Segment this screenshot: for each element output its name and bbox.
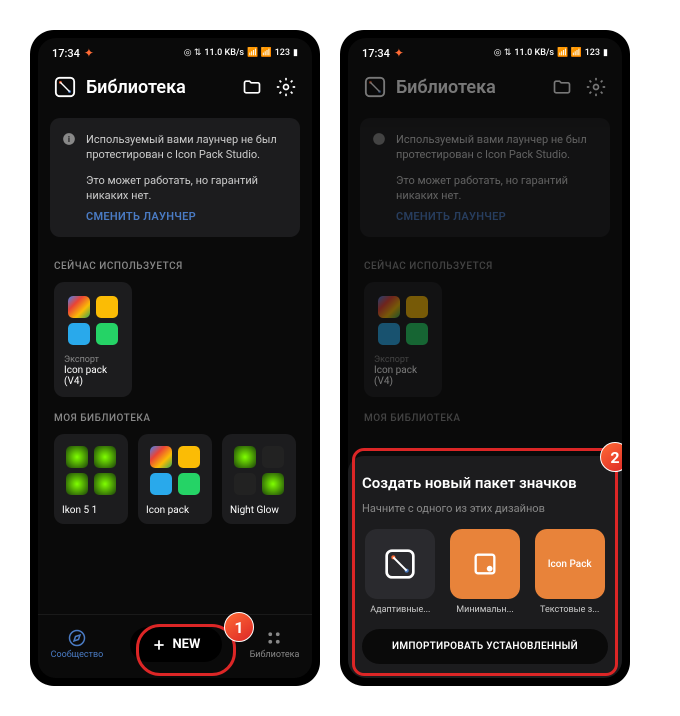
app-icon (66, 473, 88, 495)
app-icon (94, 473, 116, 495)
pack-name: Icon pack (146, 505, 204, 516)
app-icon (68, 296, 90, 318)
change-launcher-link[interactable]: СМЕНИТЬ ЛАУНЧЕР (86, 210, 286, 223)
pack-export-label: Экспорт (64, 355, 122, 365)
section-library-label: МОЯ БИБЛИОТЕКА (38, 397, 312, 434)
status-icon: ✦ (84, 46, 94, 60)
status-right: ◎ ⇅ 11.0 KB/s 📶 📶 123▮ (184, 48, 298, 58)
pack-name: Icon pack (V4) (64, 365, 122, 387)
phone-right: 17:34 ✦ ◎ ⇅ 11.0 KB/s 📶 📶 123▮ Библиотек… (340, 30, 630, 686)
status-bar: 17:34 ✦ ◎ ⇅ 11.0 KB/s 📶 📶 123▮ (348, 38, 622, 64)
page-title: Библиотека (396, 77, 496, 98)
pack-name: Night Glow (230, 505, 288, 516)
app-icon (94, 446, 116, 468)
grid-icon (265, 629, 283, 647)
page-title: Библиотека (86, 77, 186, 98)
library-pack-card[interactable]: Ikon 5 1 (54, 434, 128, 524)
status-bar: 17:34 ✦ ◎ ⇅ 11.0 KB/s 📶 📶 123▮ (38, 38, 312, 64)
header: Библиотека (348, 64, 622, 110)
app-icon (150, 446, 172, 468)
status-right: ◎ ⇅ 11.0 KB/s 📶 📶 123▮ (494, 48, 608, 58)
library-pack-card[interactable]: Icon pack (138, 434, 212, 524)
folder-icon (552, 77, 572, 97)
nav-library[interactable]: Библиотека (250, 629, 300, 660)
section-current-label: СЕЙЧАС ИСПОЛЬЗУЕТСЯ (38, 245, 312, 282)
app-logo-icon (364, 76, 386, 98)
svg-text:i: i (68, 134, 70, 144)
screen-right: 17:34 ✦ ◎ ⇅ 11.0 KB/s 📶 📶 123▮ Библиотек… (348, 38, 622, 678)
warning-card: Используемый вами лаунчер не был протест… (360, 118, 610, 237)
status-time: 17:34 (362, 47, 390, 60)
current-pack-card[interactable]: Экспорт Icon pack (V4) (54, 282, 132, 397)
app-logo-icon (54, 76, 76, 98)
create-sheet: Создать новый пакет значков Начните с од… (348, 456, 622, 678)
compass-icon (68, 629, 86, 647)
phone-left: 17:34 ✦ ◎ ⇅ 11.0 KB/s 📶 📶 123▮ Библиотек… (30, 30, 320, 686)
warning-card: i Используемый вами лаунчер не был проте… (50, 118, 300, 237)
current-pack-card: Экспорт Icon pack (V4) (364, 282, 442, 397)
screen-left: 17:34 ✦ ◎ ⇅ 11.0 KB/s 📶 📶 123▮ Библиотек… (38, 38, 312, 678)
status-time: 17:34 (52, 47, 80, 60)
info-icon: i (62, 132, 76, 146)
nav-community[interactable]: Сообщество (51, 629, 104, 660)
app-icon (262, 473, 284, 495)
status-icon: ✦ (394, 46, 404, 60)
annotation-badge-2: 2 (600, 442, 622, 472)
app-icon (262, 446, 284, 468)
folder-icon[interactable] (242, 77, 262, 97)
gear-icon (586, 77, 606, 97)
app-icon (96, 296, 118, 318)
library-pack-card[interactable]: Night Glow (222, 434, 296, 524)
app-icon (234, 473, 256, 495)
app-icon (178, 446, 200, 468)
app-icon (178, 473, 200, 495)
header: Библиотека (38, 64, 312, 110)
annotation-highlight-1 (136, 624, 236, 676)
annotation-highlight-2 (352, 448, 618, 676)
warning-text-2: Это может работать, но гарантий никаких … (86, 173, 286, 204)
pack-name: Ikon 5 1 (62, 505, 120, 516)
app-icon (96, 323, 118, 345)
app-icon (66, 446, 88, 468)
app-icon (234, 446, 256, 468)
gear-icon[interactable] (276, 77, 296, 97)
app-icon (150, 473, 172, 495)
info-icon (372, 132, 386, 146)
app-icon (68, 323, 90, 345)
annotation-badge-1: 1 (224, 612, 254, 642)
warning-text-1: Используемый вами лаунчер не был протест… (86, 132, 286, 163)
